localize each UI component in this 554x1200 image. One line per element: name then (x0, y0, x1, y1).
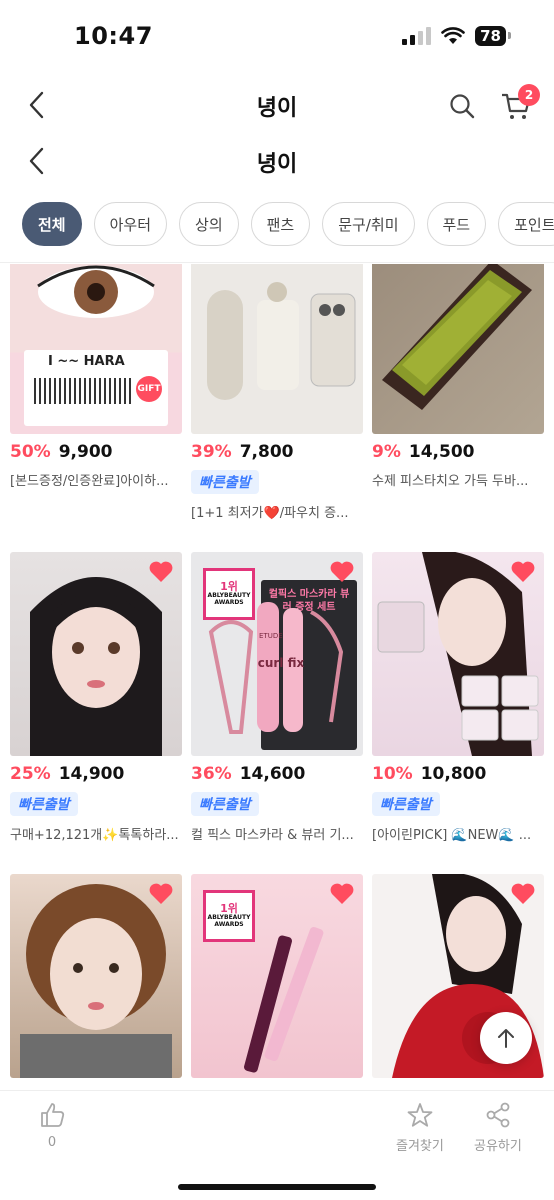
product-card[interactable]: 39% 7,800 빠른출발 [1+1 최저가❤️/파우치 증... (191, 264, 363, 521)
gift-badge: GIFT (136, 376, 162, 402)
brand-label: ETUDE (259, 632, 283, 640)
price-row: 25% 14,900 (10, 764, 182, 784)
chip-top[interactable]: 상의 (179, 202, 239, 246)
price-row: 10% 10,800 (372, 764, 544, 784)
cart-badge: 2 (518, 84, 540, 106)
heart-icon[interactable] (148, 560, 174, 584)
eye-illustration (37, 265, 155, 318)
price-row: 50% 9,900 (10, 442, 182, 462)
price: 14,500 (408, 442, 475, 462)
heart-icon[interactable] (329, 560, 355, 584)
fast-shipping-badge: 빠른출발 (372, 792, 440, 816)
price-row: 9% 14,500 (372, 442, 544, 462)
chip-point[interactable]: 포인트 (498, 202, 554, 246)
product-card[interactable]: 1위 ABLYBEAUTY AWARDS (191, 874, 363, 1078)
heart-icon[interactable] (148, 882, 174, 906)
product-name: [본드증정/인증완료]아이하... (10, 474, 169, 489)
thumbs-up-icon (41, 1103, 65, 1127)
chip-stationery[interactable]: 문구/취미 (322, 202, 415, 246)
category-chips: 전체 아우터 상의 팬츠 문구/취미 푸드 포인트 (22, 202, 554, 246)
price: 10,800 (420, 764, 487, 784)
discount-rate: 39% (191, 442, 232, 462)
wifi-icon (441, 27, 465, 44)
price: 14,900 (58, 764, 125, 784)
search-icon[interactable] (448, 92, 476, 120)
header: 녕이 2 (0, 80, 554, 130)
price-row: 36% 14,600 (191, 764, 363, 784)
product-thumbnail (372, 552, 544, 756)
share-icon (486, 1102, 510, 1128)
favorite-label: 즐겨찾기 (396, 1139, 444, 1154)
price-row: 39% 7,800 (191, 442, 363, 462)
chocolate-illustration (382, 264, 532, 410)
product-card[interactable]: 25% 14,900 빠른출발 구매+12,121개✨톡톡하라... (10, 552, 182, 843)
price: 7,800 (239, 442, 294, 462)
bottom-action-bar: 0 즐겨찾기 공유하기 (0, 1090, 554, 1200)
product-card[interactable]: I ~~ HARA GIFT 50% 9,900 [본드증정/인증완료]아이하.… (10, 264, 182, 489)
price: 14,600 (239, 764, 306, 784)
price: 9,900 (58, 442, 113, 462)
heart-icon[interactable] (329, 882, 355, 906)
product-grid: I ~~ HARA GIFT 50% 9,900 [본드증정/인증완료]아이하.… (10, 264, 544, 1090)
share-label: 공유하기 (474, 1139, 522, 1154)
secondary-page-title: 녕이 (256, 152, 298, 177)
product-name: [1+1 최저가❤️/파우치 증... (191, 506, 349, 521)
heart-icon[interactable] (510, 882, 536, 906)
lash-strips (34, 378, 134, 404)
chip-all[interactable]: 전체 (22, 202, 82, 246)
product-thumbnail: 1위 ABLYBEAUTY AWARDS (191, 874, 363, 1078)
thumb-text: I ~~ HARA (48, 354, 125, 369)
product-card[interactable]: 9% 14,500 수제 피스타치오 가득 두바... (372, 264, 544, 489)
heart-icon[interactable] (510, 560, 536, 584)
product-thumbnail (191, 264, 363, 434)
product-thumbnail: I ~~ HARA GIFT (10, 264, 182, 434)
product-thumbnail (10, 874, 182, 1078)
product-card[interactable] (10, 874, 182, 1078)
product-text: curl fix (257, 656, 305, 670)
status-bar: 10:47 78 (0, 0, 554, 76)
product-name: 구매+12,121개✨톡톡하라... (10, 828, 179, 843)
scroll-to-top-button[interactable] (480, 1012, 532, 1064)
product-name: [아이린PICK] 🌊NEW🌊 ... (372, 828, 532, 843)
arrow-up-icon (498, 1029, 514, 1048)
secondary-header: 녕이 (0, 136, 554, 186)
divider (0, 262, 554, 263)
fast-shipping-badge: 빠른출발 (191, 792, 259, 816)
battery-indicator: 78 (475, 26, 511, 46)
product-thumbnail: 1위 ABLYBEAUTY AWARDS 컬픽스 마스카라 뷰러 증정 세트 c… (191, 552, 363, 756)
umbrella-illustration (207, 282, 356, 400)
product-card[interactable]: 10% 10,800 빠른출발 [아이린PICK] 🌊NEW🌊 ... (372, 552, 544, 843)
status-time: 10:47 (74, 22, 153, 50)
discount-rate: 10% (372, 764, 413, 784)
product-thumbnail (372, 264, 544, 434)
fast-shipping-badge: 빠른출발 (10, 792, 78, 816)
chip-outer[interactable]: 아우터 (93, 202, 168, 246)
chip-pants[interactable]: 팬츠 (250, 202, 311, 246)
product-thumbnail (10, 552, 182, 756)
product-name: 수제 피스타치오 가득 두바... (372, 474, 529, 489)
fast-shipping-badge: 빠른출발 (191, 470, 259, 494)
product-card[interactable]: 1위 ABLYBEAUTY AWARDS 컬픽스 마스카라 뷰러 증정 세트 c… (191, 552, 363, 843)
share-button[interactable]: 공유하기 (474, 1101, 522, 1154)
discount-rate: 50% (10, 442, 51, 462)
status-icons: 78 (402, 26, 511, 46)
like-count: 0 (47, 1135, 57, 1150)
favorite-button[interactable]: 즐겨찾기 (396, 1101, 444, 1154)
signal-icon (402, 27, 432, 45)
product-name: 컬 픽스 마스카라 & 뷰러 기... (191, 828, 354, 843)
chip-food[interactable]: 푸드 (426, 202, 487, 246)
star-icon (407, 1103, 433, 1127)
discount-rate: 36% (191, 764, 232, 784)
cart-button[interactable]: 2 (500, 84, 540, 122)
like-button[interactable]: 0 (38, 1101, 66, 1150)
home-indicator (178, 1184, 376, 1190)
discount-rate: 25% (10, 764, 51, 784)
lash-box: I ~~ HARA GIFT (24, 350, 168, 426)
discount-rate: 9% (372, 442, 401, 462)
header-actions: 2 (448, 84, 540, 122)
